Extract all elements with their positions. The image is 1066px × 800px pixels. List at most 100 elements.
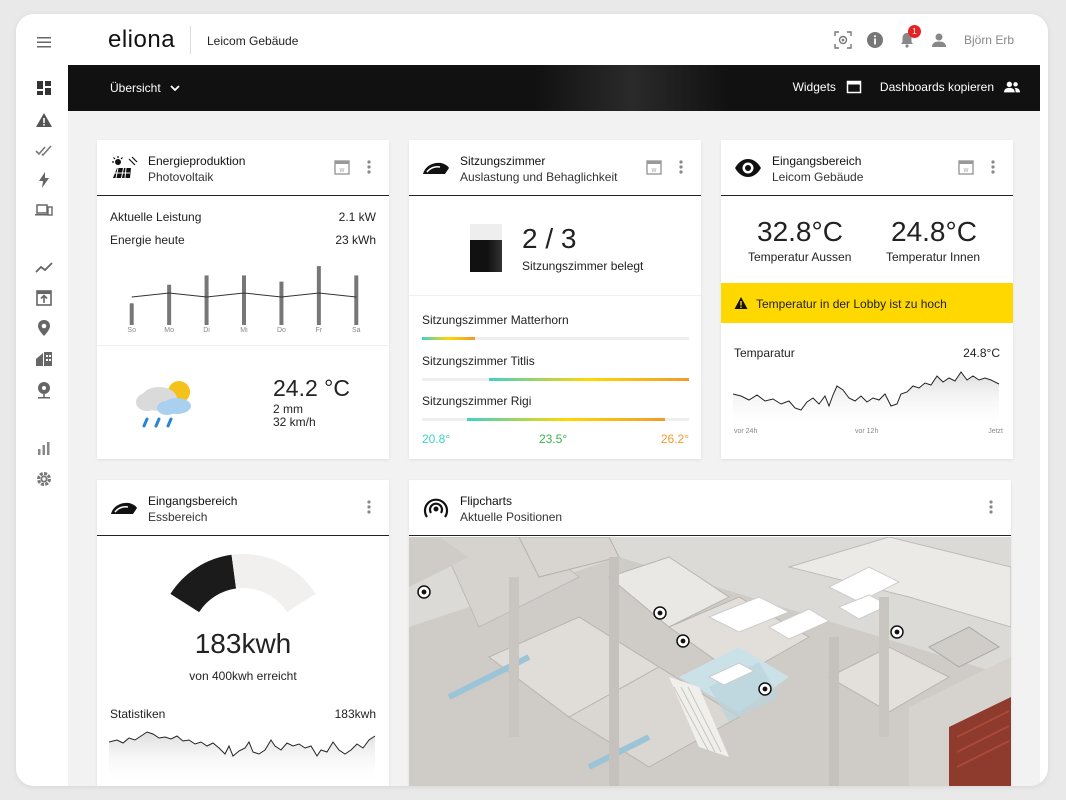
energy-bar <box>129 303 134 325</box>
top-bar: eliona Leicom Gebäude 1 Björn Erb <box>68 14 1048 65</box>
calendar-icon[interactable]: W <box>645 158 663 176</box>
energy-today-label: Energie heute <box>110 233 185 247</box>
flipchart-marker[interactable] <box>758 682 772 696</box>
occupancy-fill <box>470 239 502 272</box>
divider <box>409 295 701 296</box>
scan-icon[interactable] <box>832 29 854 51</box>
widget-header: Eingangsbereich Leicom Gebäude W <box>721 140 1013 196</box>
building-selector[interactable]: Leicom Gebäude <box>207 34 298 48</box>
notification-bell-icon[interactable]: 1 <box>896 25 921 51</box>
window-icon <box>846 80 862 94</box>
more-vert-icon[interactable] <box>983 498 999 516</box>
copy-dashboards-label: Dashboards kopieren <box>879 80 994 94</box>
occupancy-gauge <box>470 224 502 272</box>
energy-target: von 400kwh erreicht <box>189 669 297 683</box>
widget-subtitle: Auslastung und Behaglichkeit <box>460 170 618 184</box>
widget-header: Eingangsbereich Essbereich <box>97 480 389 536</box>
widget-subtitle: Aktuelle Positionen <box>460 510 563 524</box>
alert-text: Temperatur in der Lobby ist zu hoch <box>756 297 947 311</box>
calendar-icon[interactable]: W <box>333 158 351 176</box>
check-icon[interactable] <box>34 140 54 160</box>
dashboard-icon[interactable] <box>34 78 54 98</box>
energy-bar <box>279 281 284 325</box>
statistics-label: Statistiken <box>110 707 166 721</box>
flipchart-marker[interactable] <box>676 634 690 648</box>
gauge-fill <box>170 554 237 613</box>
tab-uebersicht[interactable]: Übersicht <box>110 81 181 95</box>
room-temp-range <box>422 337 476 340</box>
user-name[interactable]: Björn Erb <box>964 33 1014 47</box>
eye-icon <box>733 156 763 180</box>
more-vert-icon[interactable] <box>985 158 1001 176</box>
room-temp-track <box>422 337 689 340</box>
flipcharts-widget: Flipcharts Aktuelle Positionen <box>409 480 1011 786</box>
building-icon[interactable] <box>34 349 54 369</box>
calendar-icon[interactable]: W <box>957 158 975 176</box>
widget-subtitle: Photovoltaik <box>148 170 214 184</box>
floor-plan-3d[interactable] <box>409 537 1011 786</box>
widgets-button[interactable]: Widgets <box>793 79 862 95</box>
widget-subtitle: Essbereich <box>148 510 208 524</box>
energy-value: 183kwh <box>194 628 292 659</box>
user-icon[interactable] <box>928 29 950 51</box>
weekly-energy-chart <box>129 266 359 325</box>
temp-inside-label: Temperatur Innen <box>886 250 981 264</box>
location-icon[interactable] <box>34 318 54 338</box>
broadcast-icon <box>421 496 451 520</box>
copy-dashboards-button[interactable]: Dashboards kopieren <box>880 79 1020 95</box>
flipchart-marker[interactable] <box>653 606 667 620</box>
chart-current-value: 24.8°C <box>963 346 1000 360</box>
trend-icon[interactable] <box>34 258 54 278</box>
temp-outside-value: 32.8°C <box>757 216 843 247</box>
room-temp-track <box>422 418 689 421</box>
temperature-sparkline <box>733 371 1000 430</box>
occupancy-label: Sitzungszimmer belegt <box>522 259 644 273</box>
axis-label-start: vor 24h <box>734 428 758 435</box>
current-power-value: 2.1 kW <box>338 210 376 224</box>
app-window: eliona Leicom Gebäude 1 Björn Erb Übersi… <box>16 14 1048 786</box>
widget-title: Energieproduktion <box>148 154 246 168</box>
weekday-label: So <box>127 327 136 334</box>
axis-label-mid: vor 12h <box>855 428 879 435</box>
devices-icon[interactable] <box>34 200 54 220</box>
weather-temperature: 24.2 °C <box>273 375 350 401</box>
more-vert-icon[interactable] <box>673 158 689 176</box>
dashboard-content: Energieproduktion Photovoltaik W Aktuell… <box>68 111 1040 786</box>
room-name: Sitzungszimmer Titlis <box>422 354 535 368</box>
temp-outside-label: Temperatur Aussen <box>748 250 852 264</box>
energy-gauge <box>170 554 316 613</box>
dashboard-nav: Übersicht Widgets Dashboards kopieren <box>68 65 1040 111</box>
energy-bar <box>204 275 209 325</box>
gauge-icon <box>421 156 451 180</box>
widget-title: Eingangsbereich <box>148 494 238 508</box>
statistics-value: 183kwh <box>334 707 376 721</box>
svg-text:W: W <box>964 168 969 174</box>
warning-icon <box>734 297 748 309</box>
alert-banner[interactable]: Temperatur in der Lobby ist zu hoch <box>721 283 1013 323</box>
weekday-axis: So Mo Di Mi Do Fr Sa <box>113 327 375 337</box>
top-actions: 1 Björn Erb <box>822 25 1048 52</box>
tour-icon[interactable] <box>34 380 54 400</box>
settings-icon[interactable] <box>34 469 54 489</box>
dining-energy-widget: Eingangsbereich Essbereich 183kwh von 40… <box>97 480 389 786</box>
stats-icon[interactable] <box>34 438 54 458</box>
alert-icon[interactable] <box>34 110 54 130</box>
room-temp-track <box>422 378 689 381</box>
logo[interactable]: eliona <box>108 26 175 54</box>
lightning-icon[interactable] <box>34 170 54 190</box>
widget-title: Eingangsbereich <box>772 154 862 168</box>
info-icon[interactable] <box>864 29 886 51</box>
group-icon <box>1004 81 1020 93</box>
more-vert-icon[interactable] <box>361 498 377 516</box>
chevron-down-icon <box>170 85 180 92</box>
meeting-rooms-widget: Sitzungszimmer Auslastung und Behaglichk… <box>409 140 701 459</box>
gauge-icon <box>109 496 139 520</box>
flipchart-marker[interactable] <box>417 585 431 599</box>
scale-max: 26.2° <box>660 432 689 446</box>
menu-icon[interactable] <box>34 32 54 52</box>
svg-text:W: W <box>340 168 345 174</box>
upload-icon[interactable] <box>34 288 54 308</box>
flipchart-marker[interactable] <box>890 625 904 639</box>
tab-label: Übersicht <box>110 81 161 95</box>
more-vert-icon[interactable] <box>361 158 377 176</box>
